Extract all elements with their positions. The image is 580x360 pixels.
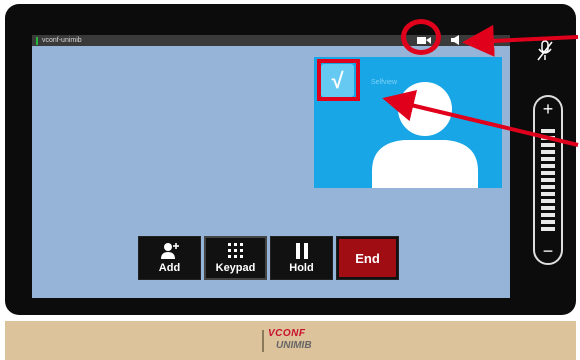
end-label: End: [339, 239, 396, 277]
volume-slider[interactable]: + −: [533, 95, 563, 265]
call-controls-bar: Add Keypad Hold End: [138, 236, 409, 282]
window-title: vconf-unimib: [42, 37, 82, 44]
hold-label: Hold: [289, 262, 314, 274]
logo-line2: UNIMIB: [276, 340, 312, 351]
keypad-label: Keypad: [215, 262, 256, 274]
keypad-icon: [227, 243, 243, 258]
mic-muted-icon[interactable]: [537, 40, 553, 62]
pause-icon: [295, 243, 308, 259]
logo: VCONF UNIMIB: [262, 328, 322, 356]
add-label: Add: [158, 262, 181, 274]
volume-down-button[interactable]: −: [535, 242, 561, 260]
annotation-circle: [401, 19, 441, 55]
volume-level: [541, 129, 555, 237]
add-contact-icon: [160, 243, 179, 259]
end-call-button[interactable]: End: [336, 236, 399, 280]
speaker-icon[interactable]: [451, 35, 463, 45]
annotation-rectangle: [317, 59, 360, 101]
keypad-button[interactable]: Keypad: [204, 236, 267, 280]
volume-up-button[interactable]: +: [535, 100, 561, 118]
status-indicator: [36, 36, 38, 45]
hold-button[interactable]: Hold: [270, 236, 333, 280]
logo-line1: VCONF: [268, 328, 306, 339]
add-button[interactable]: Add: [138, 236, 201, 280]
